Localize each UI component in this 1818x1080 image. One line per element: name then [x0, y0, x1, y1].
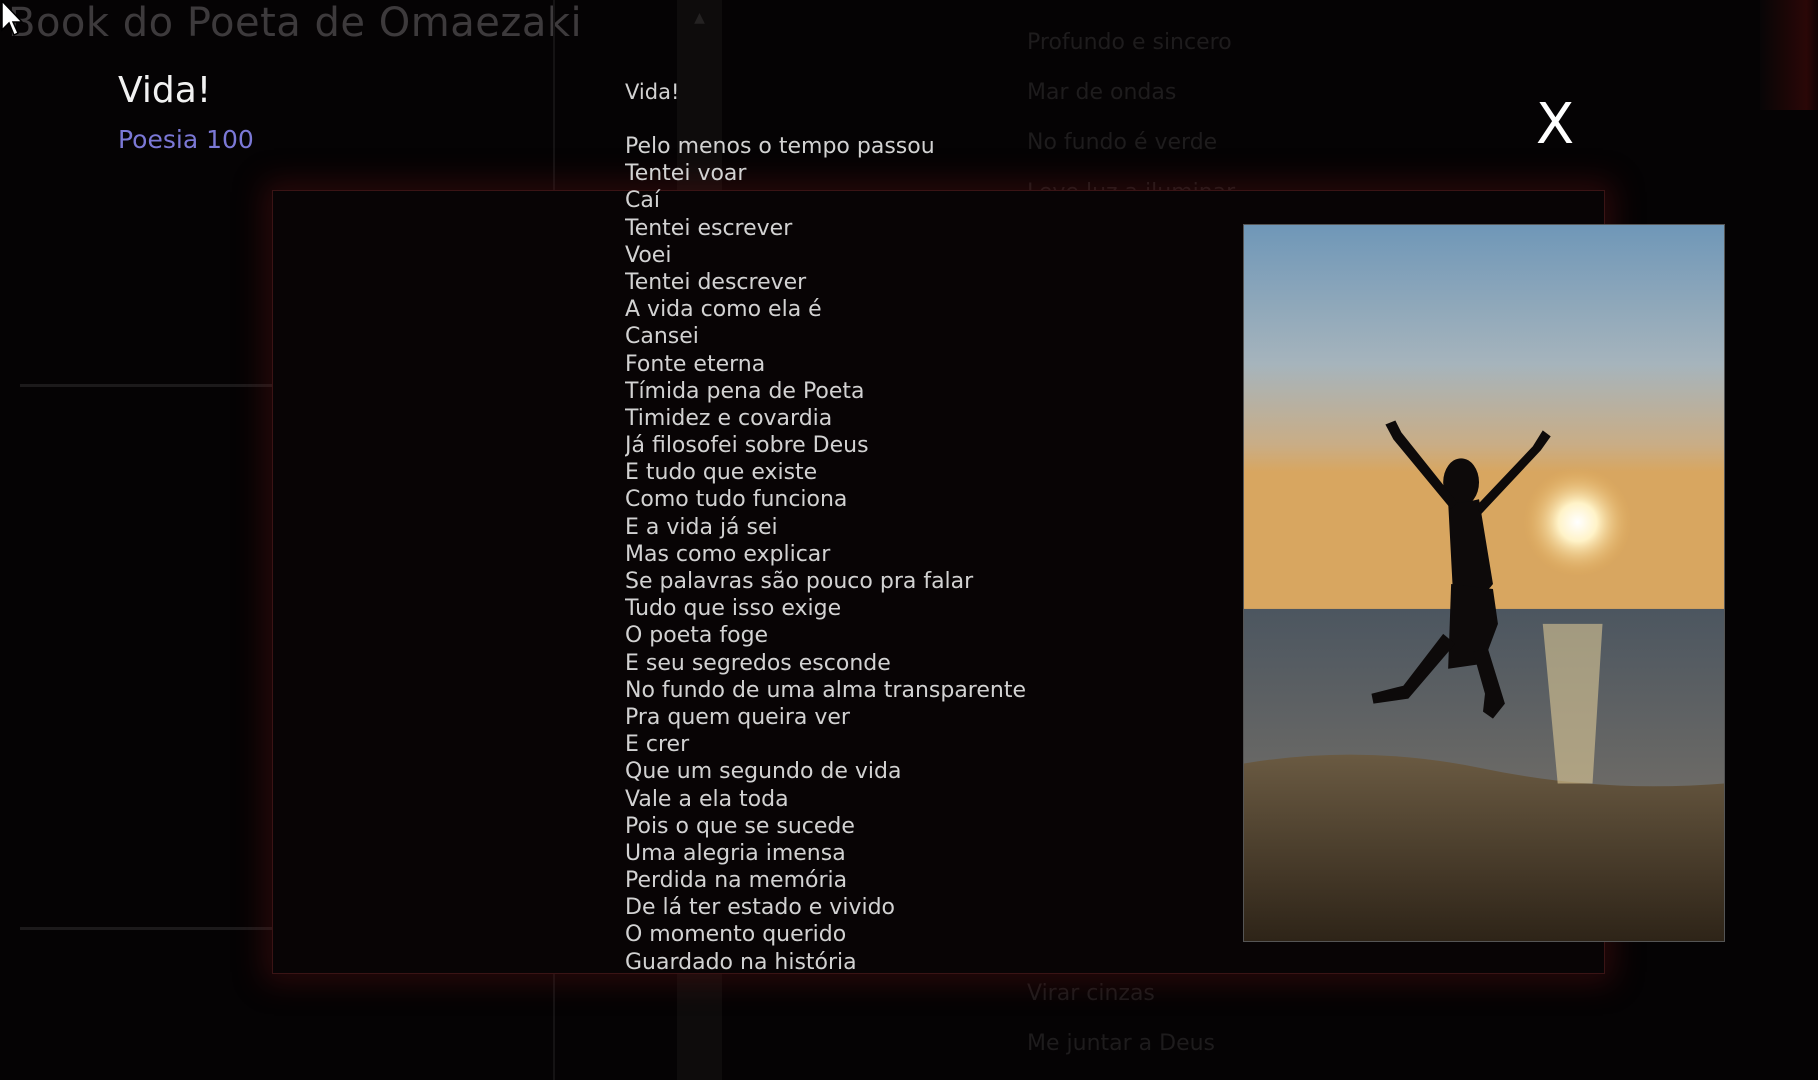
app-title: Book do Poeta de Omaezaki [8, 0, 583, 46]
poem-line: Mas como explicar [625, 541, 831, 567]
poem-line: Tentei descrever [625, 269, 807, 295]
poem-line: E crer [625, 732, 690, 758]
poem-line: Tudo que isso exige [625, 596, 842, 622]
poem-line: Perdida na memória [625, 868, 848, 894]
post-subtitle[interactable]: Poesia 100 [118, 125, 254, 154]
poem-line: Fonte eterna [625, 351, 766, 377]
poem-line: E a vida já sei [625, 514, 778, 540]
poem-line: No fundo de uma alma transparente [625, 677, 1027, 703]
poem-photo [1243, 224, 1725, 942]
poem-line: Voei [625, 242, 672, 268]
poem-line: Já filosofei sobre Deus [625, 433, 869, 459]
poem-line: E seu segredos esconde [625, 650, 891, 676]
poem-list-item[interactable]: Mar de ondas [1027, 68, 1527, 118]
poem-text: Vida! Pelo menos o tempo passou Tentei vo… [625, 79, 1045, 979]
poem-line: Timidez e covardia [625, 405, 833, 431]
poem-line: De lá ter estado e vivido [625, 895, 895, 921]
poem-line: Tentei escrever [625, 215, 793, 241]
poem-line: O momento querido [625, 922, 847, 948]
poem-list-item[interactable]: Virar cinzas [1027, 969, 1527, 1019]
poem-line: Caí [625, 188, 660, 214]
poem-line: Tentei voar [625, 161, 747, 187]
poem-list-bottom: Virar cinzas Me juntar a Deus [1027, 969, 1527, 1069]
poem-list-item[interactable]: No fundo é verde [1027, 118, 1527, 168]
poem-line: Pelo menos o tempo passou [625, 134, 935, 159]
poem-line: A vida como ela é [625, 297, 822, 323]
decorative-edge [1760, 0, 1818, 110]
poem-line: Como tudo funciona [625, 487, 848, 513]
poem-line: E tudo que existe [625, 460, 818, 486]
poem-line: Que um segundo de vida [625, 759, 902, 785]
scroll-up-arrow-icon[interactable]: ▲ [677, 10, 722, 26]
poem-list: Profundo e sincero Mar de ondas No fundo é… [1027, 18, 1527, 218]
poem-line: Pois o que se sucede [625, 813, 855, 839]
poem-line: Tímida pena de Poeta [625, 378, 865, 404]
poem-line: Pra quem queira ver [625, 704, 850, 730]
post-title: Vida! [118, 70, 212, 111]
poem-line: Uma alegria imensa [625, 840, 846, 866]
poem-line: Vale a ela toda [625, 786, 789, 812]
close-button[interactable]: X [1530, 90, 1580, 160]
mouse-cursor-icon [1, 0, 24, 37]
poem-list-item[interactable]: Me juntar a Deus [1027, 1019, 1527, 1069]
photo-sunset-beach-jump-icon [1244, 225, 1724, 941]
poem-line: Se palavras são pouco pra falar [625, 569, 974, 594]
poem-list-item[interactable]: Profundo e sincero [1027, 18, 1527, 68]
poem-line: Guardado na história [625, 949, 857, 975]
poem-line: O poeta foge [625, 623, 769, 649]
poem-title: Vida! [625, 80, 680, 104]
poem-line: Cansei [625, 324, 699, 350]
